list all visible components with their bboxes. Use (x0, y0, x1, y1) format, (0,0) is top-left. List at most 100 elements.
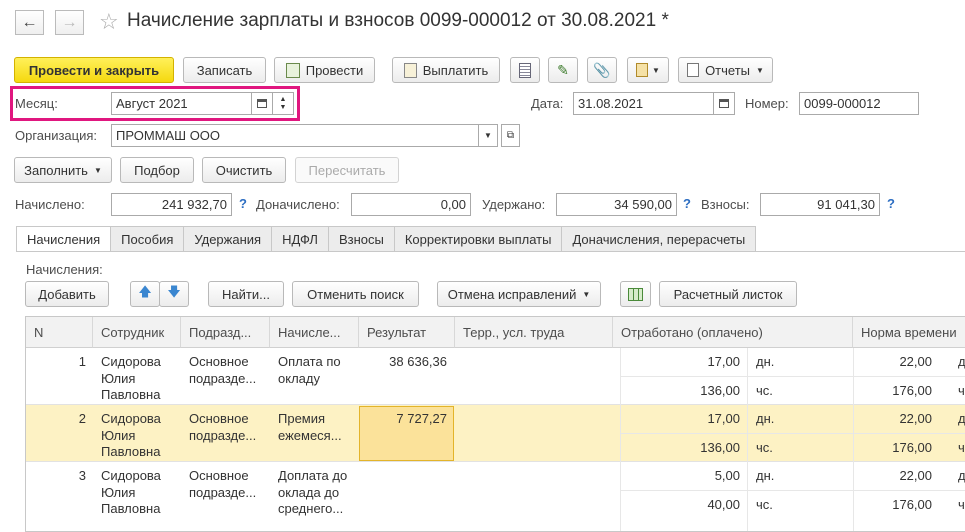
tab-benefits[interactable]: Пособия (111, 226, 185, 252)
tab-payment-corrections[interactable]: Корректировки выплаты (394, 226, 563, 252)
payslip-button[interactable]: Расчетный листок (659, 281, 797, 307)
accrued-help-link[interactable]: ? (239, 196, 247, 211)
move-up-button[interactable]: 🡅 (130, 281, 160, 307)
accrued-field[interactable]: 241 932,70 (111, 193, 232, 216)
row-subdivider (620, 433, 965, 434)
worked-hours-unit: чс. (756, 383, 773, 398)
back-button[interactable]: ← (15, 10, 44, 35)
find-button[interactable]: Найти... (208, 281, 284, 307)
select-button[interactable]: Подбор (120, 157, 194, 183)
accrual-cell: Оплата по окладу (278, 354, 341, 387)
accrual-cell: Доплата до оклада до среднего... (278, 468, 347, 518)
row-number: 3 (78, 468, 86, 483)
withheld-help-link[interactable]: ? (683, 196, 691, 211)
spin-up-icon[interactable]: ▲ (280, 96, 287, 104)
col-header-department[interactable]: Подразд... (181, 317, 270, 348)
table-settings-button[interactable] (620, 281, 651, 307)
row-number: 2 (78, 411, 86, 426)
add-button[interactable]: Добавить (25, 281, 109, 307)
extra-accrued-label: Доначислено: (256, 197, 340, 212)
date-field[interactable]: 31.08.2021 (573, 92, 714, 115)
attach-button[interactable]: 📎 (587, 57, 617, 83)
forward-button[interactable]: → (55, 10, 84, 35)
clear-button[interactable]: Очистить (202, 157, 286, 183)
col-header-norm[interactable]: Норма времени (853, 317, 965, 348)
reports-button-label: Отчеты (705, 62, 750, 78)
col-separator (747, 348, 748, 531)
favorite-star-icon[interactable]: ☆ (99, 9, 119, 35)
col-header-accrual[interactable]: Начисле... (270, 317, 359, 348)
organization-open-button[interactable]: ⧉ (501, 124, 520, 147)
withheld-label: Удержано: (482, 197, 546, 212)
chevron-down-icon: ▼ (756, 65, 764, 75)
spin-down-icon[interactable]: ▼ (280, 104, 287, 112)
contributions-help-link[interactable]: ? (887, 196, 895, 211)
col-header-n[interactable]: N (26, 317, 93, 348)
move-down-button[interactable]: 🡇 (159, 281, 189, 307)
post-and-close-button[interactable]: Провести и закрыть (14, 57, 174, 83)
reports-button[interactable]: Отчеты ▼ (678, 57, 773, 83)
col-header-worked[interactable]: Отработано (оплачено) (613, 317, 853, 348)
tab-accruals[interactable]: Начисления (16, 226, 112, 252)
norm-hours-unit: чс. (958, 497, 965, 512)
organization-dropdown-button[interactable]: ▼ (478, 124, 498, 147)
save-button[interactable]: Записать (183, 57, 266, 83)
worked-hours: 136,00 (700, 383, 740, 398)
document-create-icon (636, 63, 649, 77)
employee-patronymic: Павловна (101, 444, 161, 459)
tab-recalculations[interactable]: Доначисления, перерасчеты (562, 226, 757, 252)
norm-hours: 176,00 (892, 383, 932, 398)
accruals-section-label: Начисления: (26, 262, 103, 277)
norm-days: 22,00 (899, 411, 932, 426)
pencil-icon: ✎ (557, 61, 569, 78)
contributions-field[interactable]: 91 041,30 (760, 193, 880, 216)
col-header-territory[interactable]: Терр., усл. труда (455, 317, 613, 348)
norm-days-unit: дн. (958, 468, 965, 483)
col-header-result[interactable]: Результат (359, 317, 455, 348)
post-button[interactable]: Провести (274, 57, 375, 83)
table-row[interactable]: 3 Сидорова Юлия Павловна Основное подраз… (26, 462, 965, 531)
fill-button[interactable]: Заполнить ▼ (14, 157, 112, 183)
cancel-search-button[interactable]: Отменить поиск (292, 281, 419, 307)
accrual-cell: Премия ежемеся... (278, 411, 342, 444)
norm-hours: 176,00 (892, 440, 932, 455)
chevron-down-icon: ▼ (484, 131, 492, 140)
extra-accrued-field[interactable]: 0,00 (351, 193, 471, 216)
contributions-label: Взносы: (701, 197, 750, 212)
pay-button[interactable]: Выплатить (392, 57, 500, 83)
journal-button[interactable] (510, 57, 540, 83)
tab-ndfl[interactable]: НДФЛ (272, 226, 329, 252)
edit-button[interactable]: ✎ (548, 57, 578, 83)
document-tabs: Начисления Пособия Удержания НДФЛ Взносы… (16, 226, 757, 252)
tab-panel-border (16, 251, 965, 252)
month-field[interactable]: Август 2021 (111, 92, 252, 115)
col-header-employee[interactable]: Сотрудник (93, 317, 181, 348)
pay-doc-icon (403, 62, 417, 78)
employee-cell: Сидорова Юлия Павловна (101, 411, 161, 461)
chevron-down-icon: ▼ (582, 289, 591, 299)
withheld-field[interactable]: 34 590,00 (556, 193, 677, 216)
table-row-selected[interactable]: 2 Сидорова Юлия Павловна Основное подраз… (26, 405, 965, 462)
result-cell[interactable]: 7 727,27 (359, 411, 447, 428)
department-line: подразде... (189, 427, 257, 443)
recalculate-button[interactable]: Пересчитать (295, 157, 399, 183)
month-calendar-button[interactable] (251, 92, 273, 115)
accrual-line: оклада до (278, 484, 340, 500)
tab-contributions[interactable]: Взносы (328, 226, 395, 252)
employee-first-name: Юлия (101, 370, 136, 386)
date-calendar-button[interactable] (713, 92, 735, 115)
worked-days: 5,00 (714, 468, 740, 483)
month-spinner[interactable]: ▲ ▼ (272, 92, 294, 115)
cancel-fixes-button[interactable]: Отмена исправлений ▼ (437, 281, 601, 307)
table-row[interactable]: 1 Сидорова Юлия Павловна Основное подраз… (26, 348, 965, 405)
norm-hours: 176,00 (892, 497, 932, 512)
pay-button-label: Выплатить (422, 62, 489, 78)
tab-deductions[interactable]: Удержания (184, 226, 273, 252)
employee-last-name: Сидорова (101, 411, 161, 426)
organization-field[interactable]: ПРОММАШ ООО (111, 124, 479, 147)
number-field[interactable]: 0099-000012 (799, 92, 919, 115)
employee-last-name: Сидорова (101, 354, 161, 369)
norm-hours-unit: чс. (958, 440, 965, 455)
create-based-on-button[interactable]: ▼ (627, 57, 669, 83)
table-green-icon (628, 287, 643, 301)
